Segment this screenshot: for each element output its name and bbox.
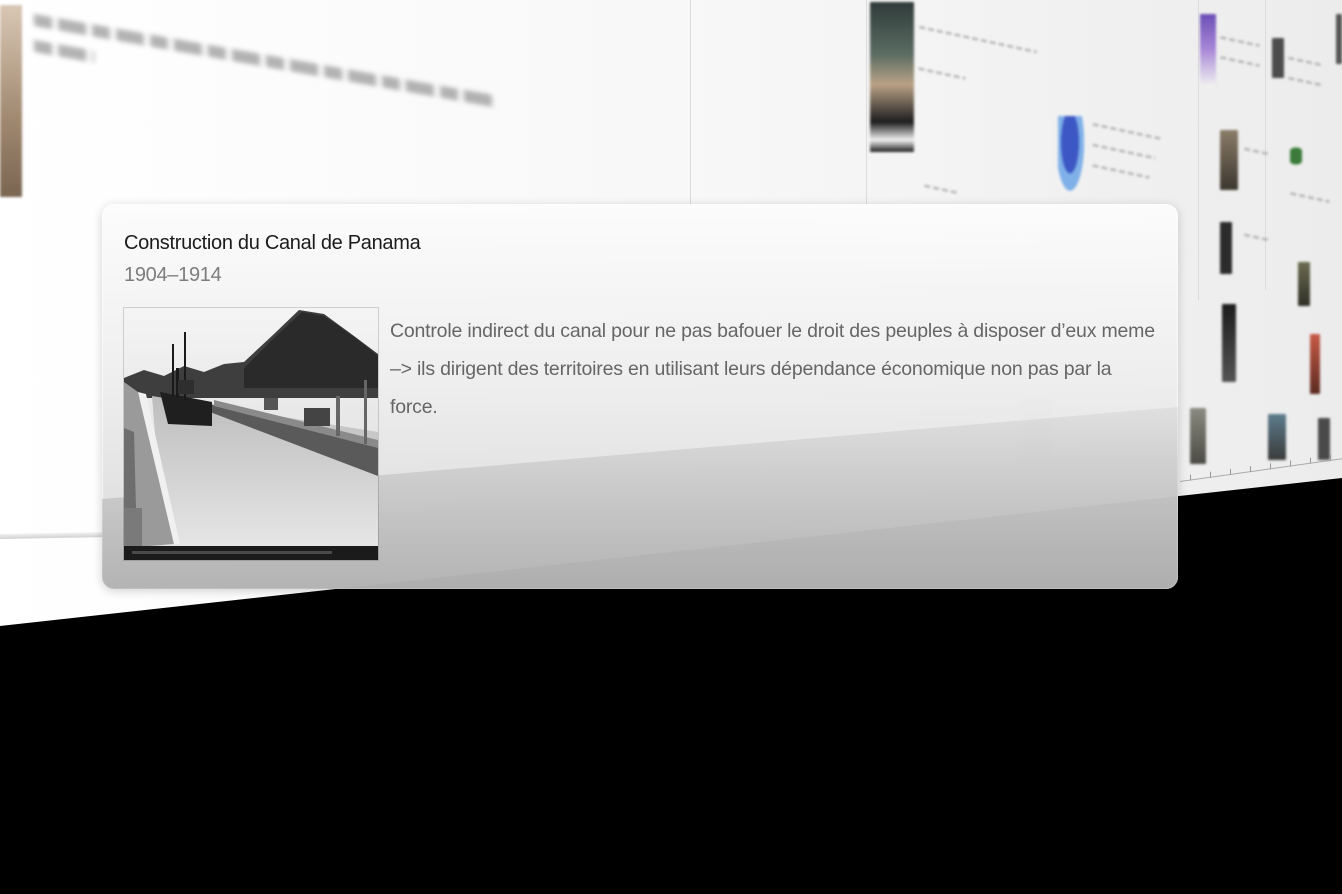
canal-photo-illustration xyxy=(124,308,378,560)
event-thumbnail[interactable] xyxy=(1272,38,1284,78)
event-thumbnail[interactable] xyxy=(1310,334,1320,394)
blurred-caption xyxy=(1243,233,1271,242)
blurred-caption xyxy=(1243,147,1271,156)
blurred-caption xyxy=(924,184,960,195)
event-thumbnail[interactable] xyxy=(1290,136,1302,176)
blurred-caption xyxy=(1092,164,1150,179)
panama-canal-photo[interactable] xyxy=(124,308,378,560)
event-thumbnail[interactable] xyxy=(1220,130,1238,190)
blurred-caption xyxy=(918,25,1038,54)
event-title: Construction du Canal de Panama xyxy=(124,232,421,254)
event-detail-card[interactable]: Construction du Canal de Panama 1904–191… xyxy=(102,204,1178,589)
blurred-event-text xyxy=(34,14,504,167)
blurred-caption xyxy=(1092,143,1156,160)
event-thumbnail[interactable] xyxy=(1220,222,1232,274)
silhouette-thumbnail[interactable] xyxy=(1200,14,1216,86)
event-thumbnail[interactable] xyxy=(0,5,22,197)
blurred-caption xyxy=(918,67,966,80)
timeline-divider xyxy=(866,0,867,205)
timeline-divider xyxy=(690,0,691,205)
blurred-caption xyxy=(1220,35,1260,48)
blurred-caption xyxy=(1092,122,1162,141)
portrait-thumbnail[interactable] xyxy=(870,2,914,152)
timeline-viewport: Construction du Canal de Panama 1904–191… xyxy=(0,0,1342,894)
event-date-range: 1904–1914 xyxy=(124,264,222,286)
event-thumbnail[interactable] xyxy=(1298,262,1310,306)
timeline-divider xyxy=(1265,0,1266,290)
event-description: Controle indirect du canal pour ne pas b… xyxy=(390,320,1155,418)
blurred-caption xyxy=(1288,76,1322,87)
blurred-caption xyxy=(1290,191,1330,204)
map-thumbnail[interactable] xyxy=(1058,116,1088,204)
event-thumbnail[interactable] xyxy=(1336,14,1342,64)
blurred-caption xyxy=(1288,56,1322,67)
timeline-divider xyxy=(1198,0,1199,300)
blurred-caption xyxy=(1220,55,1260,68)
event-thumbnail[interactable] xyxy=(1222,304,1236,382)
